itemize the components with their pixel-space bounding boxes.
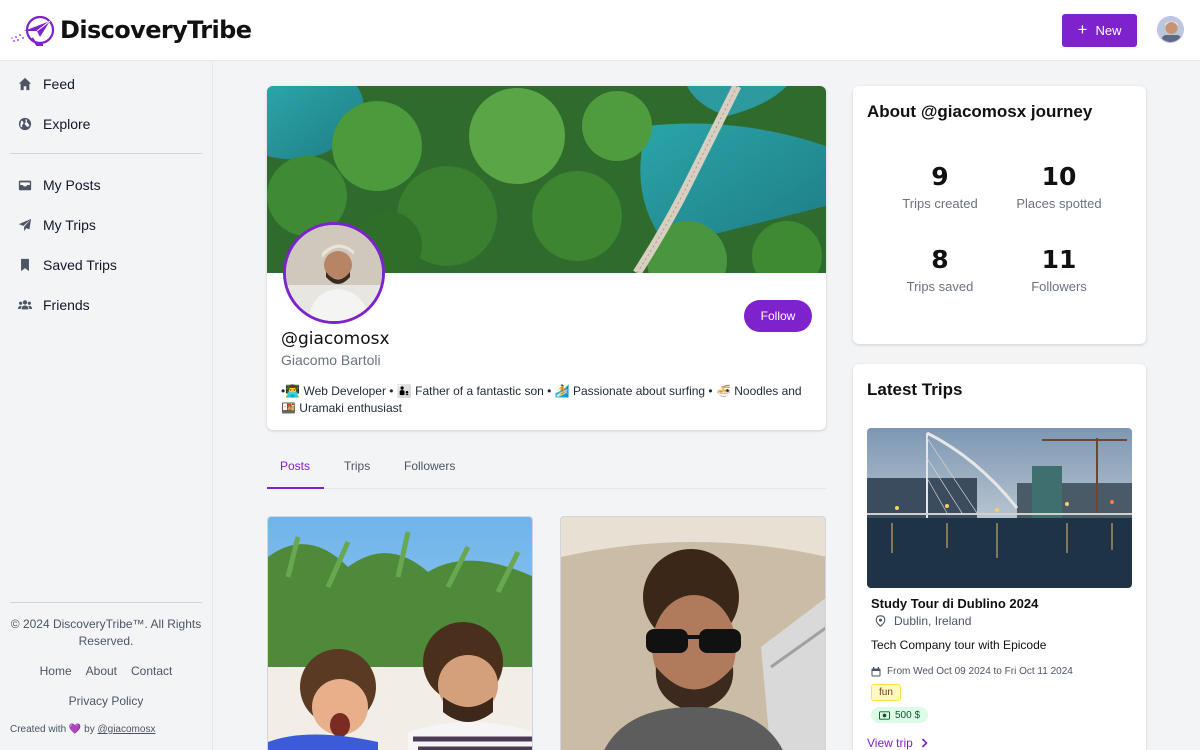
sidebar-item-label: My Posts [43, 177, 101, 193]
trip-location-text: Dublin, Ireland [894, 614, 972, 628]
profile-handle: @giacomosx [281, 329, 390, 349]
stat-value: 10 [1041, 162, 1077, 191]
stat-trips-created: 9 Trips created [880, 162, 1000, 211]
stat-value: 8 [931, 245, 949, 274]
profile-bio: •👨‍💻 Web Developer • 👨‍👦 Father of a fan… [281, 384, 802, 415]
footer-link-about[interactable]: About [86, 664, 117, 678]
top-navbar: DiscoveryTribe + New [0, 0, 1200, 61]
users-icon [18, 300, 32, 310]
follow-button[interactable]: Follow [744, 300, 812, 332]
stat-label: Trips created [902, 196, 978, 211]
stat-trips-saved: 8 Trips saved [880, 245, 1000, 294]
brand-logo[interactable]: DiscoveryTribe [10, 11, 252, 49]
inbox-icon [18, 180, 32, 191]
tab-followers[interactable]: Followers [404, 459, 455, 473]
sidebar-item-explore[interactable]: Explore [18, 116, 90, 132]
latest-trips-card: Latest Trips Study Tour di Dublino 2024 … [853, 364, 1146, 750]
post-card[interactable] [267, 516, 533, 750]
map-pin-icon [875, 615, 886, 627]
new-button-label: New [1095, 23, 1122, 38]
trip-image[interactable] [867, 428, 1132, 588]
profile-tabs: Posts Trips Followers [267, 445, 826, 489]
trip-dates-text: From Wed Oct 09 2024 to Fri Oct 11 2024 [887, 666, 1073, 677]
sidebar-item-friends[interactable]: Friends [18, 297, 90, 313]
calendar-icon [871, 666, 881, 676]
tab-trips[interactable]: Trips [344, 459, 370, 473]
latest-trips-title: Latest Trips [867, 380, 963, 399]
paper-plane-icon [18, 218, 32, 232]
copyright-text: © 2024 DiscoveryTribe™. All Rights Reser… [10, 617, 202, 648]
stat-label: Trips saved [906, 279, 974, 294]
view-trip-link[interactable]: View trip [867, 736, 928, 750]
bookmark-icon [21, 258, 29, 272]
footer-link-privacy[interactable]: Privacy Policy [10, 694, 202, 708]
heart-icon: 💜 [68, 724, 82, 735]
brand-name: DiscoveryTribe [60, 16, 252, 44]
trip-tag-badge: fun [871, 684, 901, 701]
new-button[interactable]: + New [1062, 14, 1137, 47]
post-image [268, 517, 532, 750]
profile-avatar [283, 222, 385, 324]
globe-icon [18, 117, 32, 131]
sidebar-item-my-posts[interactable]: My Posts [18, 177, 101, 193]
globe-plane-logo-icon [11, 15, 55, 46]
sidebar-item-label: Explore [43, 116, 91, 132]
stat-places-spotted: 10 Places spotted [999, 162, 1119, 211]
footer-link-home[interactable]: Home [40, 664, 72, 678]
profile-full-name: Giacomo Bartoli [281, 352, 381, 368]
post-card[interactable] [560, 516, 826, 750]
profile-card: Follow @giacomosx Giacomo Bartoli •👨‍💻 W… [267, 86, 826, 430]
stat-label: Places spotted [1016, 196, 1102, 211]
about-journey-card: About @giacomosx journey 9 Trips created… [853, 86, 1146, 344]
trip-description: Tech Company tour with Epicode [871, 638, 1047, 652]
stat-followers: 11 Followers [999, 245, 1119, 294]
chevron-right-icon [921, 738, 928, 748]
sidebar-item-label: My Trips [43, 217, 96, 233]
tab-posts[interactable]: Posts [280, 459, 310, 473]
post-image [561, 517, 825, 750]
stat-value: 11 [1041, 245, 1077, 274]
trip-location: Dublin, Ireland [875, 614, 971, 628]
created-with-credit: Created with 💜 by @giacomosx [10, 724, 155, 735]
footer-links: Home About Contact [10, 664, 202, 678]
footer-link-contact[interactable]: Contact [131, 664, 172, 678]
sidebar-item-label: Saved Trips [43, 257, 117, 273]
stat-value: 9 [931, 162, 949, 191]
sidebar-divider [10, 153, 202, 154]
sidebar-item-label: Feed [43, 76, 75, 92]
sidebar-item-label: Friends [43, 297, 90, 313]
plus-icon: + [1077, 20, 1088, 39]
sidebar-footer-divider [10, 602, 202, 603]
view-trip-label: View trip [867, 736, 913, 750]
stat-label: Followers [1031, 279, 1087, 294]
trip-budget-text: 500 $ [895, 709, 921, 721]
sidebar: Feed Explore My Posts My Trips Saved Tri… [0, 61, 213, 750]
trip-title[interactable]: Study Tour di Dublino 2024 [871, 596, 1038, 611]
sidebar-item-my-trips[interactable]: My Trips [18, 217, 96, 233]
active-tab-indicator [267, 487, 324, 489]
trip-budget-badge: 500 $ [871, 707, 929, 723]
author-link[interactable]: @giacomosx [98, 724, 156, 735]
sidebar-item-saved-trips[interactable]: Saved Trips [18, 257, 117, 273]
home-icon [18, 77, 32, 91]
sidebar-item-feed[interactable]: Feed [18, 76, 75, 92]
user-avatar[interactable] [1157, 16, 1184, 43]
money-icon [879, 710, 890, 720]
created-prefix: Created with [10, 724, 67, 735]
trip-dates: From Wed Oct 09 2024 to Fri Oct 11 2024 [871, 666, 1073, 677]
created-by: by [84, 724, 95, 735]
about-title: About @giacomosx journey [867, 102, 1093, 121]
